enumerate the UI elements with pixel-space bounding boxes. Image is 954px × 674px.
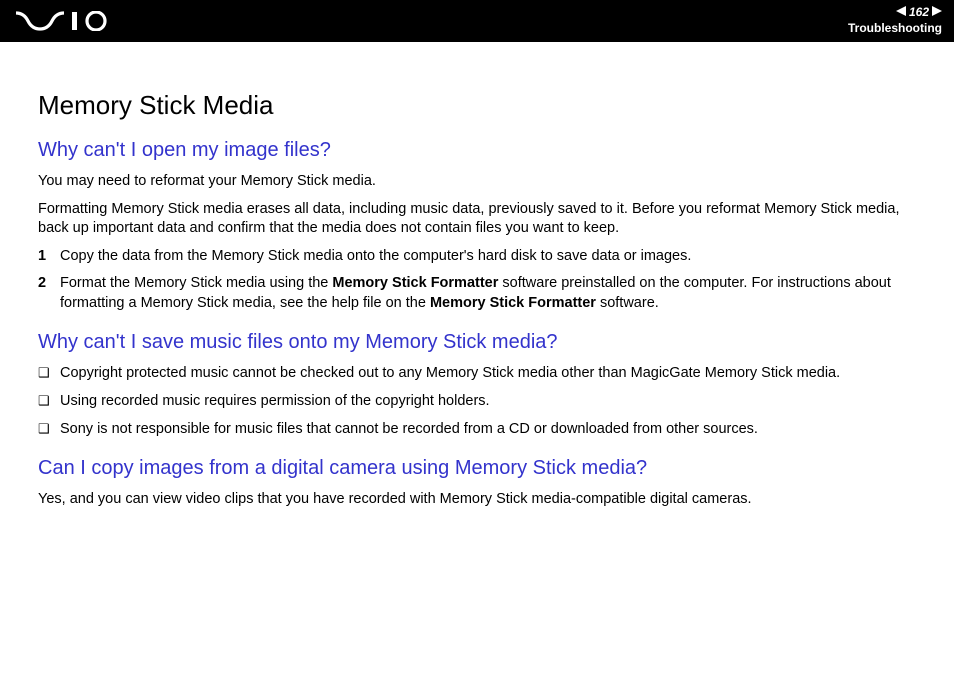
q1-step-2: 2 Format the Memory Stick media using th…	[38, 274, 916, 313]
page-navigation: 162	[848, 5, 942, 21]
page-title: Memory Stick Media	[38, 90, 916, 121]
header-meta: 162 Troubleshooting	[848, 5, 942, 36]
section-label: Troubleshooting	[848, 21, 942, 37]
q3-paragraph-1: Yes, and you can view video clips that y…	[38, 490, 916, 510]
step-text: Format the Memory Stick media using the …	[60, 275, 891, 311]
step-number: 1	[38, 247, 46, 267]
q1-step-1: 1 Copy the data from the Memory Stick me…	[38, 247, 916, 267]
question-3-heading: Can I copy images from a digital camera …	[38, 457, 916, 480]
q2-bullets: Copyright protected music cannot be chec…	[38, 364, 916, 439]
page-number: 162	[909, 5, 929, 21]
nav-prev-icon[interactable]	[896, 5, 906, 21]
page-header: 162 Troubleshooting	[0, 0, 954, 42]
q1-paragraph-1: You may need to reformat your Memory Sti…	[38, 172, 916, 192]
q1-steps: 1 Copy the data from the Memory Stick me…	[38, 247, 916, 314]
step-number: 2	[38, 274, 46, 294]
question-1-heading: Why can't I open my image files?	[38, 139, 916, 162]
nav-next-icon[interactable]	[932, 5, 942, 21]
page-content: Memory Stick Media Why can't I open my i…	[0, 42, 954, 538]
question-2-heading: Why can't I save music files onto my Mem…	[38, 331, 916, 354]
vaio-logo	[16, 11, 116, 31]
q1-paragraph-2: Formatting Memory Stick media erases all…	[38, 200, 916, 239]
q2-bullet-2: Using recorded music requires permission…	[38, 392, 916, 412]
q2-bullet-3: Sony is not responsible for music files …	[38, 420, 916, 440]
q2-bullet-1: Copyright protected music cannot be chec…	[38, 364, 916, 384]
step-text: Copy the data from the Memory Stick medi…	[60, 248, 691, 264]
